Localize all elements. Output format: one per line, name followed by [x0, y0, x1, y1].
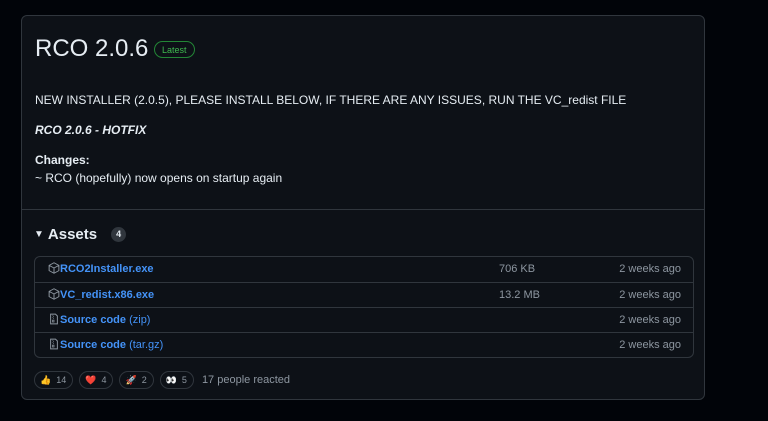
reaction-rocket[interactable]: 🚀 2 [119, 371, 154, 389]
asset-date: 2 weeks ago [619, 339, 681, 351]
asset-link[interactable]: VC_redist.x86.exe [60, 289, 154, 301]
asset-date: 2 weeks ago [619, 314, 681, 326]
reaction-count: 4 [101, 375, 107, 385]
asset-link[interactable]: RCO2Installer.exe [60, 263, 154, 275]
hotfix-heading: RCO 2.0.6 - HOTFIX [35, 123, 147, 137]
reactions-summary: 17 people reacted [201, 374, 291, 386]
assets-toggle[interactable]: ▼ Assets 4 [34, 226, 127, 243]
reaction-count: 5 [181, 375, 187, 385]
latest-badge: Latest [154, 41, 195, 58]
asset-row[interactable]: Source code (tar.gz) 2 weeks ago [35, 332, 693, 357]
reactions-bar: 👍 14 ❤️ 4 🚀 2 👀 5 17 people reacted [34, 371, 290, 389]
assets-count: 4 [111, 227, 127, 242]
asset-date: 2 weeks ago [619, 263, 681, 275]
changes-heading: Changes: [35, 153, 90, 167]
release-card: RCO 2.0.6 Latest NEW INSTALLER (2.0.5), … [21, 15, 705, 400]
asset-row[interactable]: Source code (zip) 2 weeks ago [35, 307, 693, 332]
package-icon [48, 288, 60, 300]
eyes-icon: 👀 [165, 374, 177, 385]
reaction-thumbs-up[interactable]: 👍 14 [34, 371, 74, 389]
reaction-eyes[interactable]: 👀 5 [159, 371, 194, 389]
assets-list: RCO2Installer.exe 706 KB 2 weeks ago VC_… [34, 256, 694, 358]
heart-icon: ❤️ [85, 374, 97, 385]
divider [22, 209, 704, 210]
release-notes-line: NEW INSTALLER (2.0.5), PLEASE INSTALL BE… [35, 93, 627, 107]
release-title[interactable]: RCO 2.0.6 [35, 34, 148, 64]
asset-row[interactable]: VC_redist.x86.exe 13.2 MB 2 weeks ago [35, 282, 693, 307]
asset-link[interactable]: Source code (tar.gz) [60, 339, 163, 351]
asset-link[interactable]: Source code (zip) [60, 314, 150, 326]
assets-title: Assets [47, 226, 98, 243]
reaction-count: 14 [56, 375, 67, 385]
rocket-icon: 🚀 [125, 374, 137, 385]
reaction-heart[interactable]: ❤️ 4 [79, 371, 114, 389]
file-zip-icon [50, 338, 58, 350]
thumbs-up-icon: 👍 [40, 374, 52, 385]
changes-item: ~ RCO (hopefully) now opens on startup a… [35, 171, 283, 185]
caret-down-icon: ▼ [34, 229, 44, 240]
package-icon [48, 262, 60, 274]
asset-row[interactable]: RCO2Installer.exe 706 KB 2 weeks ago [35, 257, 693, 282]
asset-size: 13.2 MB [499, 289, 540, 301]
asset-size: 706 KB [499, 263, 536, 275]
asset-date: 2 weeks ago [619, 289, 681, 301]
reaction-count: 2 [141, 375, 147, 385]
file-zip-icon [50, 313, 58, 325]
